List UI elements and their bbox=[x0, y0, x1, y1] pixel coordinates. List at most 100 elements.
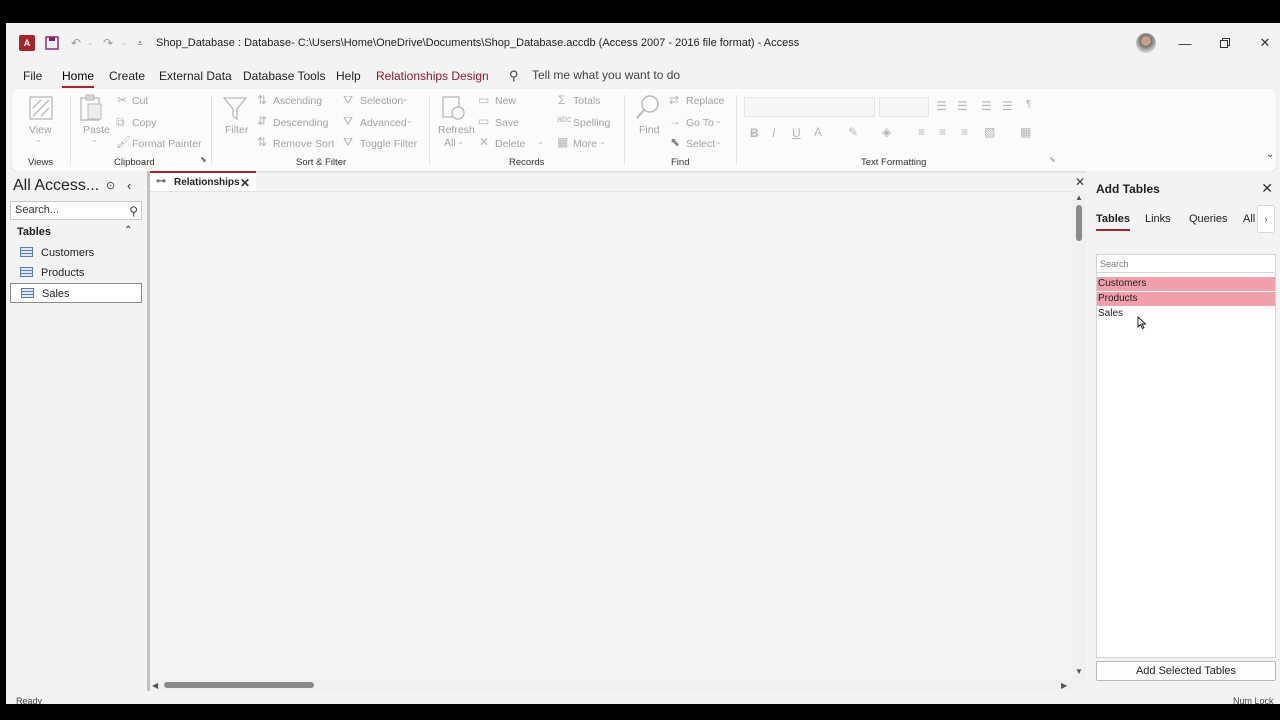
vertical-scrollbar[interactable]: ▲ ▼ bbox=[1072, 191, 1086, 679]
font-size-select[interactable] bbox=[879, 97, 929, 117]
nav-pane-title[interactable]: All Access... bbox=[13, 177, 99, 195]
align-center-icon[interactable]: ≡ bbox=[939, 125, 946, 139]
relationships-canvas[interactable] bbox=[150, 191, 1072, 679]
go-to-dropdown-icon[interactable]: ⌄ bbox=[715, 116, 722, 125]
more-dropdown-icon[interactable]: ⌄ bbox=[599, 137, 606, 146]
refresh-icon[interactable] bbox=[440, 95, 466, 124]
list-item-products[interactable]: Products bbox=[1097, 292, 1275, 306]
text-formatting-launcher-icon[interactable]: ⬊ bbox=[1049, 155, 1056, 164]
underline-icon[interactable]: U bbox=[792, 126, 801, 140]
format-painter-button[interactable]: Format Painter bbox=[132, 138, 201, 150]
go-to-icon[interactable]: → bbox=[669, 114, 681, 128]
filter-icon[interactable] bbox=[222, 95, 248, 124]
advanced-icon[interactable]: ⛛ bbox=[343, 114, 353, 129]
bullets-icon[interactable]: ☰ bbox=[936, 99, 947, 113]
filter-button[interactable]: Filter bbox=[225, 124, 248, 136]
italic-icon[interactable]: I bbox=[772, 126, 775, 140]
minimize-button[interactable]: — bbox=[1174, 33, 1196, 53]
vertical-scroll-thumb[interactable] bbox=[1076, 205, 1082, 241]
pane-tab-queries[interactable]: Queries bbox=[1189, 213, 1228, 225]
avatar[interactable] bbox=[1136, 33, 1156, 53]
font-name-select[interactable] bbox=[744, 97, 875, 117]
copy-icon[interactable]: ⧉ bbox=[116, 115, 125, 130]
delete-dropdown-icon[interactable]: ⌄ bbox=[537, 137, 544, 146]
select-icon[interactable]: ⬉ bbox=[670, 135, 680, 149]
lightbulb-search-icon[interactable]: ⚲ bbox=[509, 68, 519, 84]
close-document-icon[interactable]: ✕ bbox=[1075, 175, 1085, 189]
totals-button[interactable]: Totals bbox=[573, 95, 600, 107]
horizontal-scrollbar[interactable]: ◀ ▶ bbox=[150, 679, 1072, 691]
cut-icon[interactable]: ✂ bbox=[117, 93, 127, 107]
close-pane-icon[interactable]: ✕ bbox=[1261, 180, 1273, 197]
nav-item-customers[interactable]: Customers bbox=[10, 243, 142, 263]
tell-me-input[interactable]: Tell me what you want to do bbox=[532, 68, 680, 82]
gridlines-icon[interactable]: ▦ bbox=[1020, 125, 1031, 139]
background-color-icon[interactable]: ◈ bbox=[882, 125, 891, 139]
chevron-up-icon[interactable]: ⌃ bbox=[124, 225, 132, 236]
restore-button[interactable] bbox=[1214, 33, 1236, 53]
totals-icon[interactable]: Σ bbox=[558, 93, 565, 107]
close-window-button[interactable]: ✕ bbox=[1254, 33, 1276, 53]
numbering-icon[interactable]: ☰ bbox=[957, 99, 968, 113]
horizontal-scroll-thumb[interactable] bbox=[164, 682, 314, 688]
align-right-icon[interactable]: ≡ bbox=[961, 125, 968, 139]
toggle-filter-button[interactable]: Toggle Filter bbox=[360, 138, 417, 150]
nav-menu-dropdown-icon[interactable]: ⊙ bbox=[106, 179, 115, 192]
pane-tab-tables[interactable]: Tables bbox=[1096, 213, 1131, 231]
undo-dropdown-icon[interactable]: ⌄ bbox=[82, 35, 98, 51]
tab-file[interactable]: File bbox=[23, 69, 42, 83]
highlight-color-icon[interactable]: ✎ bbox=[848, 125, 858, 139]
paragraph-direction-icon[interactable]: ¶ bbox=[1026, 99, 1031, 110]
nav-item-sales[interactable]: Sales bbox=[10, 283, 142, 303]
nav-item-products[interactable]: Products bbox=[10, 263, 142, 283]
nav-section-tables[interactable]: Tables bbox=[17, 226, 51, 238]
descending-button[interactable]: Descending bbox=[273, 117, 328, 129]
search-icon[interactable]: ⚲ bbox=[129, 204, 138, 218]
close-tab-icon[interactable]: ✕ bbox=[240, 176, 250, 190]
redo-dropdown-icon[interactable]: ⌄ bbox=[116, 35, 132, 51]
advanced-dropdown-icon[interactable]: ⌄ bbox=[406, 116, 413, 125]
list-item-sales[interactable]: Sales bbox=[1097, 307, 1275, 321]
align-left-icon[interactable]: ≡ bbox=[918, 125, 925, 139]
clipboard-launcher-icon[interactable]: ⬊ bbox=[200, 155, 207, 164]
select-dropdown-icon[interactable]: ⌄ bbox=[715, 137, 722, 146]
scroll-up-icon[interactable]: ▲ bbox=[1075, 193, 1083, 202]
more-button[interactable]: More bbox=[573, 138, 597, 150]
select-button[interactable]: Select bbox=[686, 138, 715, 150]
cut-button[interactable]: Cut bbox=[132, 95, 148, 107]
tab-relationships[interactable]: ⊶ Relationships ✕ bbox=[150, 171, 256, 191]
selection-dropdown-icon[interactable]: ⌄ bbox=[402, 94, 409, 103]
bold-icon[interactable]: B bbox=[750, 126, 759, 140]
tab-relationships-design[interactable]: Relationships Design bbox=[376, 69, 489, 83]
selection-icon[interactable]: ⛛ bbox=[343, 93, 353, 108]
pane-tabs-scroll-right-icon[interactable]: › bbox=[1257, 205, 1275, 233]
format-painter-icon[interactable]: 🖌 bbox=[116, 135, 131, 149]
copy-button[interactable]: Copy bbox=[132, 117, 157, 129]
tab-database-tools[interactable]: Database Tools bbox=[243, 69, 326, 83]
decrease-indent-icon[interactable]: ☰ bbox=[1002, 99, 1013, 113]
more-icon[interactable]: ▦ bbox=[557, 135, 568, 149]
toggle-filter-icon[interactable]: ⛛ bbox=[343, 135, 353, 150]
scroll-right-icon[interactable]: ▶ bbox=[1061, 681, 1067, 690]
increase-indent-icon[interactable]: ☰ bbox=[981, 99, 992, 113]
scroll-left-icon[interactable]: ◀ bbox=[152, 681, 158, 690]
refresh-dropdown-icon[interactable]: ⌄ bbox=[457, 137, 464, 146]
pane-tab-all[interactable]: All bbox=[1243, 213, 1255, 225]
delete-button[interactable]: Delete bbox=[495, 138, 525, 150]
collapse-nav-icon[interactable]: ‹ bbox=[127, 178, 131, 193]
pane-search-input[interactable]: Search bbox=[1097, 255, 1275, 273]
font-color-icon[interactable]: A bbox=[814, 125, 822, 139]
save-record-icon[interactable]: ▭ bbox=[478, 114, 489, 128]
replace-icon[interactable]: ⇄ bbox=[669, 93, 679, 107]
advanced-button[interactable]: Advanced bbox=[360, 117, 407, 129]
scroll-down-icon[interactable]: ▼ bbox=[1075, 667, 1083, 676]
pane-tab-links[interactable]: Links bbox=[1145, 213, 1171, 225]
ascending-icon[interactable]: ⇅ bbox=[257, 93, 267, 107]
redo-icon[interactable]: ↷ bbox=[100, 35, 116, 51]
tab-external-data[interactable]: External Data bbox=[159, 69, 232, 83]
save-record-button[interactable]: Save bbox=[495, 117, 519, 129]
paste-icon[interactable] bbox=[78, 94, 104, 125]
spelling-button[interactable]: Spelling bbox=[573, 117, 610, 129]
delete-icon[interactable]: ✕ bbox=[479, 135, 489, 149]
spelling-icon[interactable]: abc bbox=[557, 114, 572, 124]
